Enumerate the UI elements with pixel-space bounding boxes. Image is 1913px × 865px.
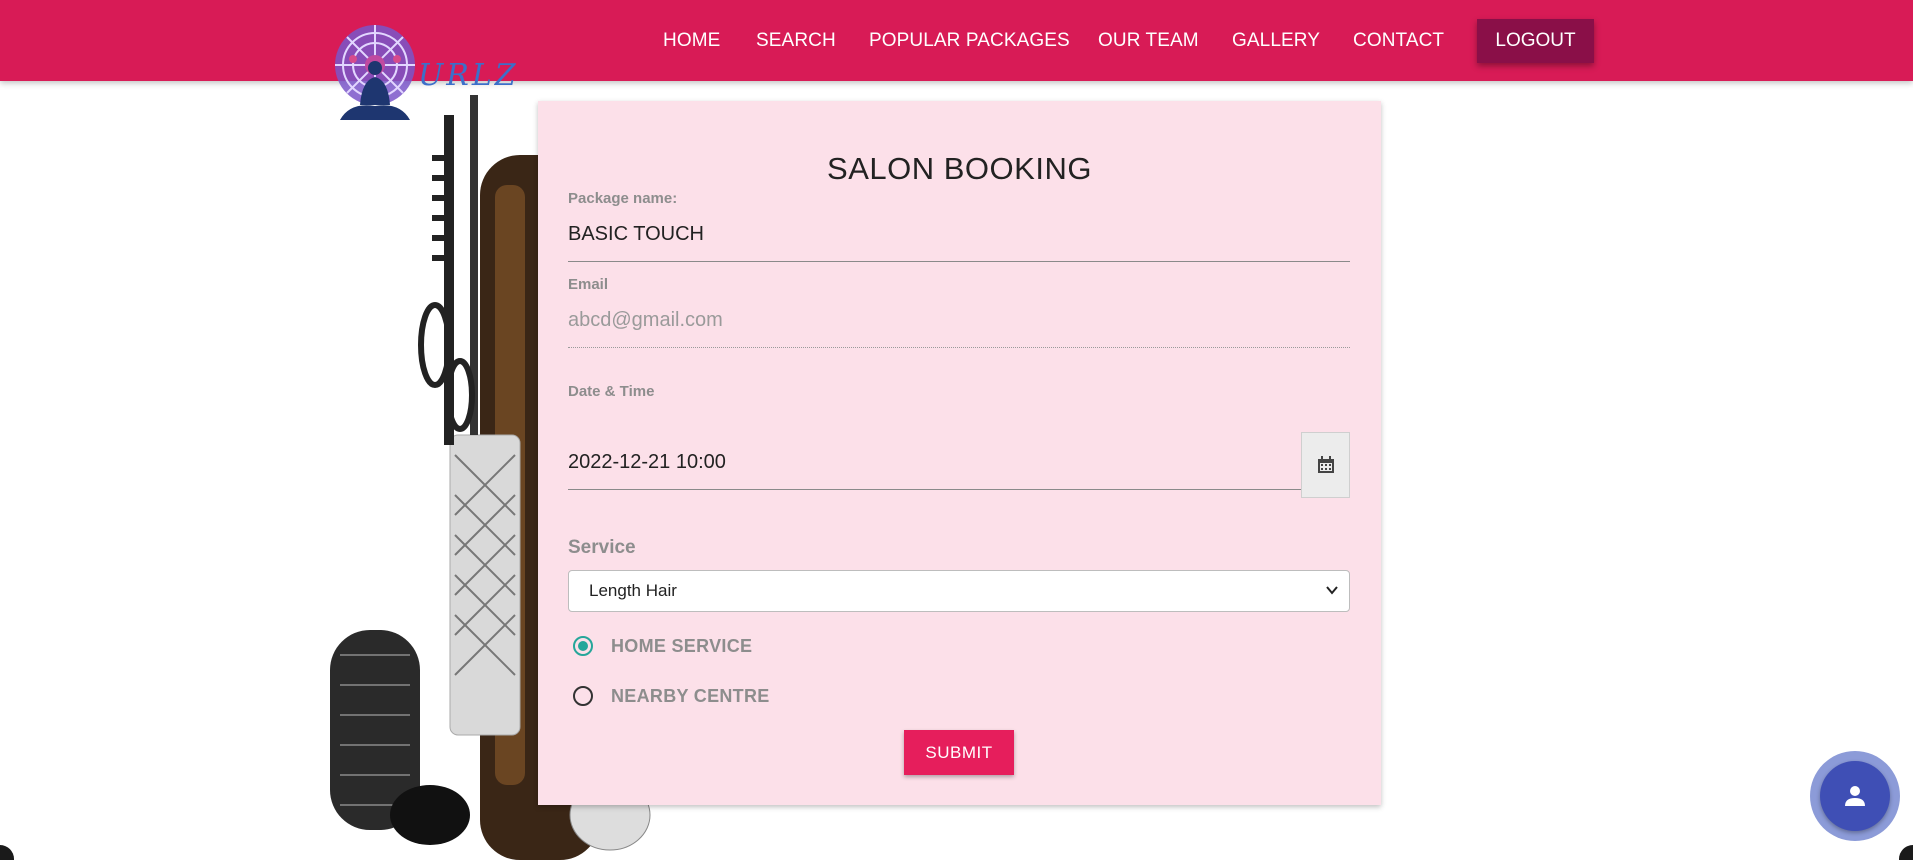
- logout-button[interactable]: LOGOUT: [1477, 19, 1594, 63]
- datetime-underline: [568, 489, 1301, 490]
- window-corner-left: [0, 845, 14, 860]
- nav-links: HOME SEARCH POPULAR PACKAGES OUR TEAM GA…: [0, 0, 1913, 81]
- chevron-down-icon: [1326, 586, 1338, 595]
- nav-gallery[interactable]: GALLERY: [1232, 30, 1320, 52]
- user-icon: [1845, 786, 1865, 806]
- service-select[interactable]: Length Hair: [568, 570, 1350, 612]
- calendar-button[interactable]: [1301, 432, 1350, 498]
- email-underline: [568, 347, 1350, 348]
- package-name-underline: [568, 261, 1350, 262]
- package-name-field[interactable]: BASIC TOUCH: [568, 223, 704, 246]
- logo-text: URLZ: [418, 58, 519, 93]
- datetime-label: Date & Time: [568, 383, 655, 400]
- logo[interactable]: URLZ: [330, 20, 516, 130]
- email-field[interactable]: abcd@gmail.com: [568, 309, 723, 332]
- form-title: SALON BOOKING: [827, 151, 1092, 186]
- nav-home[interactable]: HOME: [663, 30, 720, 52]
- submit-button[interactable]: SUBMIT: [904, 730, 1014, 775]
- profile-fab-button[interactable]: [1820, 761, 1890, 831]
- nav-our-team[interactable]: OUR TEAM: [1098, 30, 1199, 52]
- radio-nearby-centre-label[interactable]: NEARBY CENTRE: [611, 686, 770, 707]
- datetime-field[interactable]: 2022-12-21 10:00: [568, 451, 726, 474]
- radio-home-service-label[interactable]: HOME SERVICE: [611, 636, 752, 657]
- service-selected-value: Length Hair: [589, 581, 677, 600]
- nav-search[interactable]: SEARCH: [756, 30, 836, 52]
- email-label: Email: [568, 276, 609, 293]
- package-name-label: Package name:: [568, 190, 678, 207]
- window-corner-right: [1899, 845, 1913, 860]
- nav-popular-packages[interactable]: POPULAR PACKAGES: [869, 30, 1070, 52]
- service-label: Service: [568, 537, 636, 558]
- logo-mandala-icon: [335, 25, 415, 120]
- calendar-icon: [1317, 456, 1334, 473]
- radio-nearby-centre[interactable]: [573, 686, 593, 706]
- navbar: HOME SEARCH POPULAR PACKAGES OUR TEAM GA…: [0, 0, 1913, 81]
- nav-contact[interactable]: CONTACT: [1353, 30, 1444, 52]
- radio-home-service[interactable]: [573, 636, 593, 656]
- booking-form-card: SALON BOOKING Package name: BASIC TOUCH …: [538, 101, 1381, 805]
